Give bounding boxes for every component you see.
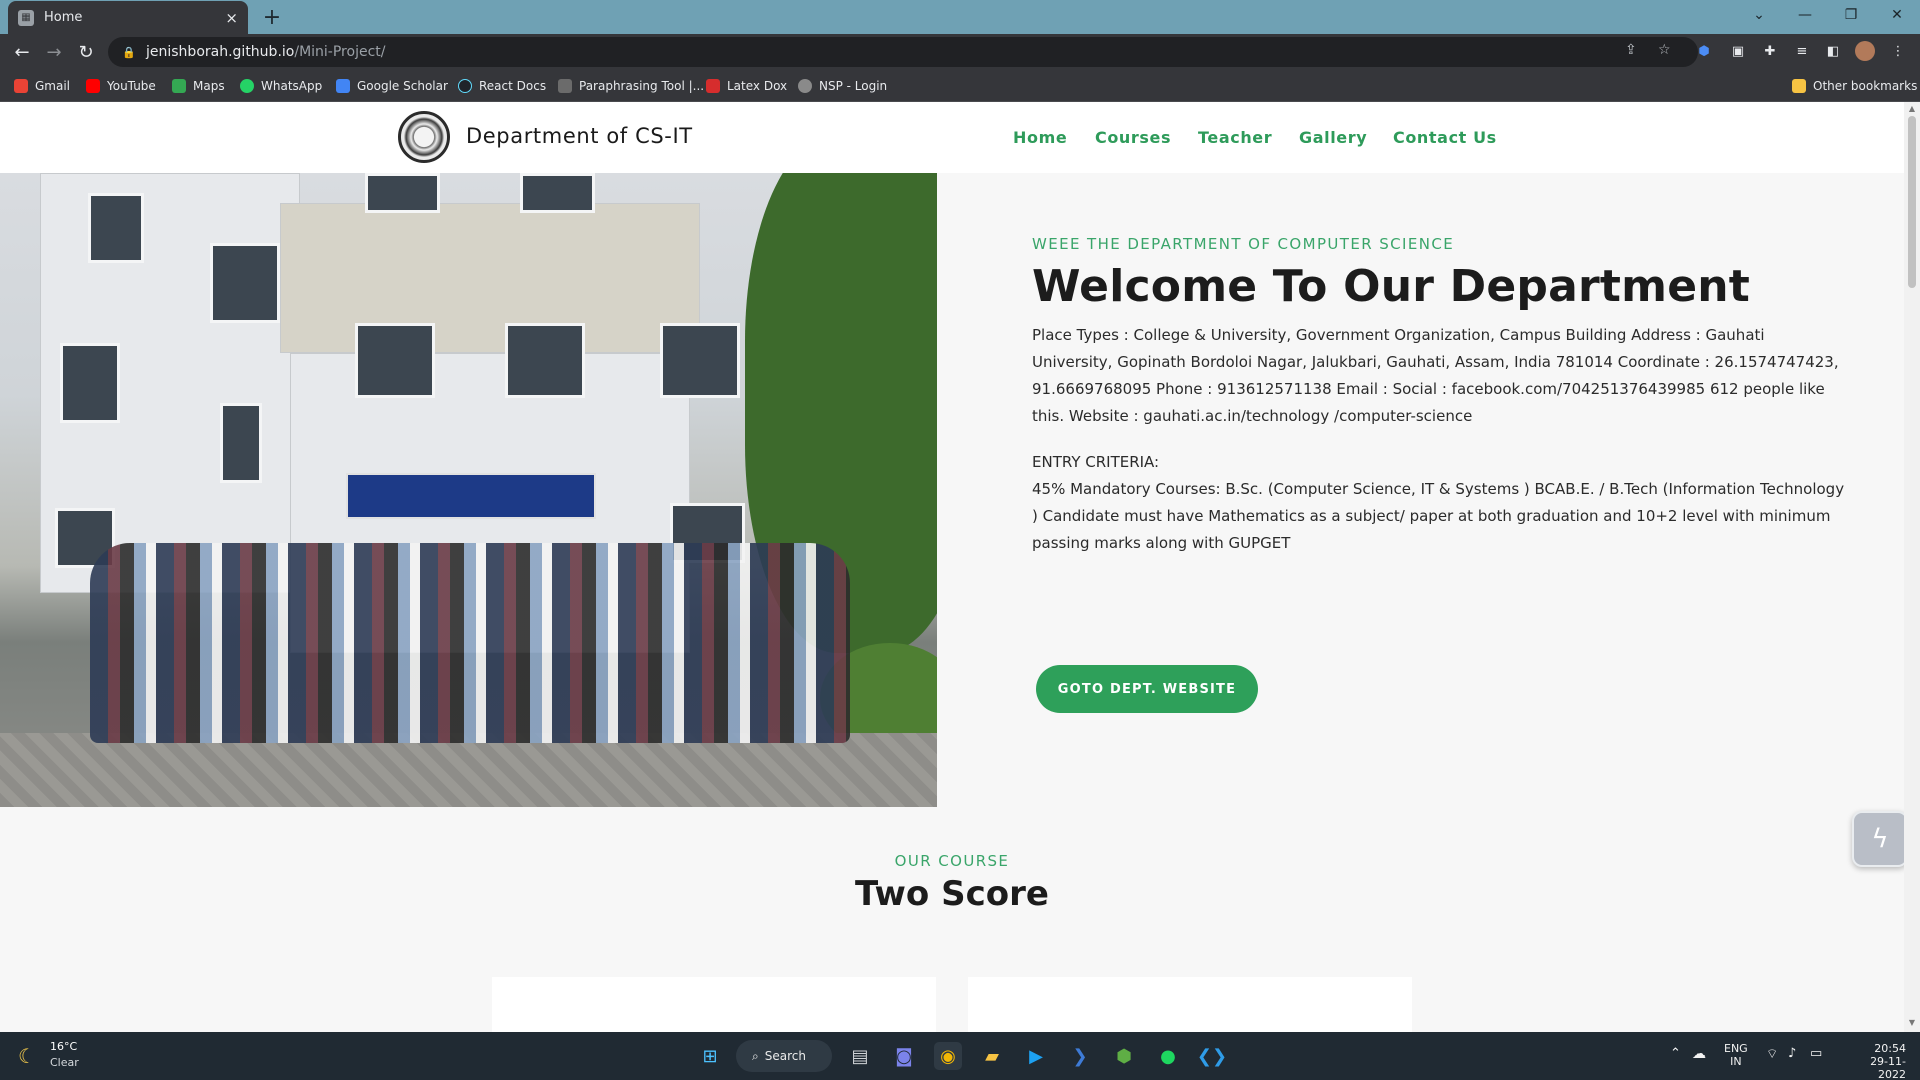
react-icon — [458, 79, 472, 93]
bookmark-youtube[interactable]: YouTube — [86, 77, 156, 95]
students-group — [90, 543, 850, 743]
teams-chat-icon[interactable]: ◙ — [890, 1042, 918, 1070]
file-explorer-icon[interactable]: ▰ — [978, 1042, 1006, 1070]
clock[interactable]: 20:54 29-11-2022 — [1846, 1042, 1906, 1080]
tray-chevron-icon[interactable]: ⌃ — [1670, 1046, 1681, 1061]
powershell-icon[interactable]: ❯ — [1066, 1042, 1094, 1070]
tab-title: Home — [44, 10, 83, 25]
bookmark-google-scholar[interactable]: Google Scholar — [336, 77, 448, 95]
tab-search-icon[interactable]: ⌄ — [1736, 0, 1782, 30]
weather-condition[interactable]: Clear — [50, 1056, 79, 1069]
course-section-title: Two Score — [855, 874, 1049, 914]
course-card[interactable] — [492, 977, 936, 1032]
windows-taskbar: ☾ 16°C Clear ⊞ ⌕ Search ▤ ◙ ◉ ▰ ▶ ❯ ⬢ ● … — [0, 1032, 1920, 1080]
prime-video-icon[interactable]: ▶ — [1022, 1042, 1050, 1070]
tab-strip: ▦ Home × + ⌄ — ❐ ✕ — [0, 0, 1920, 34]
moon-weather-icon[interactable]: ☾ — [18, 1044, 36, 1068]
bookmarks-bar: Gmail YouTube Maps WhatsApp Google Schol… — [0, 70, 1920, 102]
battery-icon[interactable]: ▭ — [1810, 1046, 1822, 1061]
close-window-icon[interactable]: ✕ — [1874, 0, 1920, 30]
spotify-icon[interactable]: ● — [1154, 1042, 1182, 1070]
site-favicon-icon: ▦ — [18, 9, 34, 26]
entry-criteria-text: 45% Mandatory Courses: B.Sc. (Computer S… — [1032, 480, 1845, 552]
lock-icon: 🔒 — [122, 46, 136, 59]
nodejs-icon[interactable]: ⬢ — [1110, 1042, 1138, 1070]
nav-home[interactable]: Home — [1013, 128, 1067, 147]
page-scrollbar[interactable]: ▲ ▼ — [1904, 102, 1920, 1032]
volume-icon[interactable]: ♪ — [1788, 1046, 1796, 1061]
side-panel-icon[interactable]: ◧ — [1823, 41, 1843, 61]
site-brand[interactable]: Department of CS-IT — [466, 124, 693, 148]
forward-arrow-icon[interactable]: → — [40, 38, 68, 66]
nav-courses[interactable]: Courses — [1095, 128, 1171, 147]
vscode-icon[interactable]: ❮❯ — [1197, 1042, 1227, 1070]
bookmark-star-icon[interactable]: ☆ — [1658, 42, 1671, 58]
gmail-icon — [14, 79, 28, 93]
bookmark-paraphrasing-tool[interactable]: Paraphrasing Tool |... — [558, 77, 704, 95]
taskbar-search[interactable]: ⌕ Search — [736, 1040, 832, 1072]
course-card[interactable] — [968, 977, 1412, 1032]
taskbar-search-label: Search — [764, 1049, 806, 1063]
reading-list-icon[interactable]: ≡ — [1792, 41, 1812, 61]
browser-toolbar: ← → ↻ 🔒 jenishborah.github.io/Mini-Proje… — [0, 34, 1920, 70]
scholar-icon — [336, 79, 350, 93]
url-path: /Mini-Project/ — [294, 44, 386, 60]
department-info: Place Types : College & University, Gove… — [1032, 326, 1839, 425]
nav-contact-us[interactable]: Contact Us — [1393, 128, 1497, 147]
extension-b-icon[interactable]: ▣ — [1728, 41, 1748, 61]
page-title: Welcome To Our Department — [1032, 261, 1751, 312]
entry-criteria-title: ENTRY CRITERIA: — [1032, 453, 1160, 471]
pen-icon — [558, 79, 572, 93]
whatsapp-icon — [240, 79, 254, 93]
profile-avatar[interactable] — [1855, 41, 1875, 61]
task-view-icon[interactable]: ▤ — [846, 1042, 874, 1070]
course-eyebrow: OUR COURSE — [894, 852, 1010, 870]
site-header: Department of CS-IT Home Courses Teacher… — [0, 102, 1904, 173]
share-icon[interactable]: ⇪ — [1625, 42, 1637, 58]
web-page: Department of CS-IT Home Courses Teacher… — [0, 102, 1904, 1032]
address-bar[interactable]: 🔒 jenishborah.github.io/Mini-Project/ — [108, 37, 1698, 67]
extension-shield-icon[interactable]: ⬢ — [1694, 41, 1714, 61]
latex-icon — [706, 79, 720, 93]
back-arrow-icon[interactable]: ← — [8, 38, 36, 66]
nav-teacher[interactable]: Teacher — [1198, 128, 1272, 147]
hero-eyebrow: WEEE THE DEPARTMENT OF COMPUTER SCIENCE — [1032, 235, 1455, 253]
menu-kebab-icon[interactable]: ⋮ — [1888, 41, 1908, 61]
scrollbar-thumb[interactable] — [1908, 116, 1916, 288]
youtube-icon — [86, 79, 100, 93]
bookmark-nsp-login[interactable]: NSP - Login — [798, 77, 887, 95]
department-group-photo — [0, 173, 937, 807]
globe-icon — [798, 79, 812, 93]
bookmark-latex-dox[interactable]: Latex Dox — [706, 77, 787, 95]
entry-criteria: ENTRY CRITERIA: 45% Mandatory Courses: B… — [1032, 449, 1847, 557]
university-seal-logo[interactable] — [398, 111, 450, 163]
minimize-icon[interactable]: — — [1782, 0, 1828, 30]
reload-icon[interactable]: ↻ — [72, 38, 100, 66]
bookmark-react-docs[interactable]: React Docs — [458, 77, 546, 95]
browser-tab-home[interactable]: ▦ Home × — [8, 1, 248, 34]
onedrive-cloud-icon[interactable]: ☁ — [1692, 1046, 1706, 1062]
new-tab-button[interactable]: + — [258, 3, 286, 31]
language-indicator[interactable]: ENG IN — [1724, 1042, 1748, 1068]
tab-close-icon[interactable]: × — [225, 9, 238, 27]
scroll-down-icon[interactable]: ▼ — [1907, 1018, 1917, 1027]
wifi-icon[interactable]: ⌔ — [1766, 1046, 1778, 1062]
scroll-up-icon[interactable]: ▲ — [1907, 104, 1917, 113]
bookmark-whatsapp[interactable]: WhatsApp — [240, 77, 322, 95]
maps-icon — [172, 79, 186, 93]
bookmark-gmail[interactable]: Gmail — [14, 77, 70, 95]
other-bookmarks[interactable]: Other bookmarks — [1792, 77, 1917, 95]
restore-icon[interactable]: ❐ — [1828, 0, 1874, 30]
search-icon: ⌕ — [752, 1048, 759, 1063]
windows-start-icon[interactable]: ⊞ — [696, 1042, 724, 1070]
department-signboard — [346, 473, 596, 519]
url-host: jenishborah.github.io — [146, 44, 295, 60]
extensions-puzzle-icon[interactable]: ✚ — [1760, 41, 1780, 61]
folder-icon — [1792, 79, 1806, 93]
bookmark-maps[interactable]: Maps — [172, 77, 225, 95]
weather-temperature[interactable]: 16°C — [50, 1040, 77, 1053]
chrome-icon[interactable]: ◉ — [934, 1042, 962, 1070]
goto-dept-website-button[interactable]: GOTO DEPT. WEBSITE — [1036, 665, 1258, 713]
nav-gallery[interactable]: Gallery — [1299, 128, 1367, 147]
